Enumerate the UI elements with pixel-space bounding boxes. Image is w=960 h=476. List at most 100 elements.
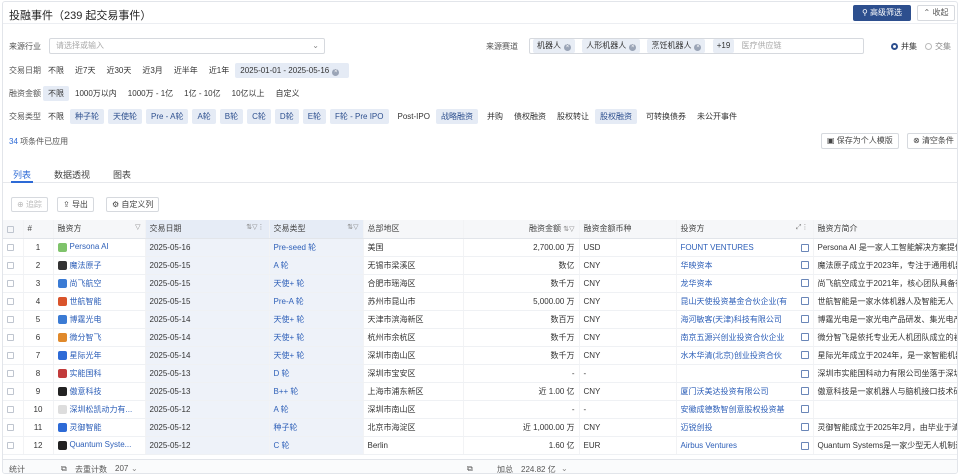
export-button[interactable]: ⇪ 导出 [57, 197, 94, 212]
date-option[interactable]: 近7天 [70, 63, 100, 78]
industry-select[interactable]: 请选择或输入 ⌄ [49, 38, 325, 54]
amount-option[interactable]: 1000万 - 1亿 [123, 86, 178, 101]
type-option[interactable]: 不限 [43, 109, 69, 124]
track-chip[interactable]: 烹饪机器人 × [647, 39, 706, 53]
row-checkbox[interactable] [3, 310, 24, 329]
type-option[interactable]: 股权转让 [552, 109, 594, 124]
type-option[interactable]: 债权融资 [509, 109, 551, 124]
company-cell[interactable]: Persona AI [53, 238, 146, 257]
investor-name[interactable]: 南京五源兴创业投资合伙企业 [681, 333, 785, 342]
investor-name[interactable]: 海河敏客(天津)科技有限公司 [681, 315, 782, 324]
open-detail-icon[interactable] [800, 422, 809, 431]
investor-cell[interactable]: Airbus Ventures [676, 436, 814, 455]
row-checkbox[interactable] [3, 436, 24, 455]
company-name[interactable]: 微分智飞 [70, 333, 102, 342]
open-detail-icon[interactable] [800, 260, 809, 269]
col-currency[interactable]: 融资金额币种 [579, 220, 677, 239]
type-option[interactable]: 可转换债券 [641, 109, 691, 124]
company-name[interactable]: 魔法原子 [70, 261, 102, 270]
open-detail-icon[interactable] [800, 386, 809, 395]
date-option[interactable]: 不限 [43, 63, 69, 78]
investor-name[interactable]: 华映资本 [681, 261, 713, 270]
intersect-radio[interactable] [925, 42, 932, 50]
close-icon[interactable]: × [332, 68, 340, 76]
investor-cell[interactable]: 迈锐创投 [676, 418, 814, 437]
company-name[interactable]: 灵御智能 [70, 423, 102, 432]
type-option[interactable]: E轮 [302, 108, 327, 124]
col-region[interactable]: 总部地区 [363, 220, 464, 239]
table-row[interactable]: 12 Quantum Syste... 2025-05-12 C 轮 Berlin 1.6… [3, 436, 957, 455]
type-option[interactable]: 天使轮 [108, 108, 142, 124]
expand-icon[interactable]: ⤢⋮ [796, 223, 809, 232]
close-icon[interactable]: × [694, 44, 702, 51]
investor-cell[interactable]: 华映资本 [676, 256, 814, 275]
company-cell[interactable]: 灵御智能 [53, 418, 146, 437]
type-option[interactable]: C轮 [247, 108, 271, 124]
type-option[interactable]: 战略融资 [435, 108, 478, 124]
track-chip[interactable]: 机器人 × [533, 39, 575, 53]
copy-icon[interactable]: ⧉ [61, 464, 67, 473]
type-option[interactable]: 种子轮 [70, 108, 104, 124]
date-option[interactable]: 近1年 [204, 63, 234, 78]
company-cell[interactable]: 魔法原子 [53, 256, 146, 275]
company-name[interactable]: 深圳松凯动力有... [70, 405, 133, 414]
row-checkbox[interactable] [3, 382, 24, 401]
amount-option[interactable]: 自定义 [271, 86, 305, 101]
date-option[interactable]: 近半年 [169, 63, 203, 78]
col-investor[interactable]: 投资方 ⤢⋮ [676, 220, 814, 239]
row-checkbox[interactable] [3, 328, 24, 347]
table-row[interactable]: 1 Persona AI 2025-05-16 Pre-seed 轮美国 2,700.0… [3, 238, 957, 257]
track-select[interactable]: 机器人 × 人形机器人 × 烹饪机器人 × +19 医疗供应链 [529, 38, 864, 54]
table-row[interactable]: 11 灵御智能 2025-05-12 种子轮 北京市海淀区近 1,000.00 万 CNY… [3, 418, 957, 437]
close-icon[interactable]: × [629, 44, 637, 51]
company-name[interactable]: 世航智能 [70, 297, 102, 306]
open-detail-icon[interactable] [800, 350, 809, 359]
open-detail-icon[interactable] [800, 369, 809, 378]
type-option[interactable]: A轮 [192, 108, 216, 124]
amount-option[interactable]: 不限 [43, 85, 69, 101]
chevron-down-icon[interactable]: ⌄ [131, 464, 138, 473]
investor-cell[interactable]: FOUNT VENTURES [676, 238, 814, 257]
company-cell[interactable]: 傲意科技 [53, 382, 146, 401]
company-cell[interactable]: 星际光年 [53, 346, 146, 365]
investor-cell[interactable]: 厦门沃美达投资有限公司 [676, 382, 814, 401]
open-detail-icon[interactable] [800, 441, 809, 450]
open-detail-icon[interactable] [800, 243, 809, 252]
col-amount[interactable]: 融资金额 ⇅▽ [463, 220, 580, 239]
company-name[interactable]: 星际光年 [70, 351, 102, 360]
open-detail-icon[interactable] [800, 278, 809, 287]
table-row[interactable]: 6 微分智飞 2025-05-14 天使+ 轮杭州市余杭区 数千万 CNY 南京五源兴创业投… [3, 328, 957, 347]
company-cell[interactable]: Quantum Syste... [53, 436, 146, 455]
investor-cell[interactable]: 水木华清(北京)创业投资合伙 [676, 346, 814, 365]
sort-filter-icon[interactable]: ⇅▽ [563, 226, 574, 233]
investor-name[interactable]: 昆山天使投资基金合伙企业(有 [681, 297, 788, 306]
company-name[interactable]: 傲意科技 [70, 387, 102, 396]
date-option[interactable]: 近30天 [101, 63, 136, 78]
chevron-down-icon[interactable]: ⌄ [561, 464, 568, 473]
col-description[interactable]: 融资方简介 [813, 220, 957, 239]
type-option[interactable]: 股权融资 [594, 108, 637, 124]
col-type[interactable]: 交易类型 ⇅▽ [269, 220, 364, 239]
investor-cell[interactable]: 昆山天使投资基金合伙企业(有 [676, 292, 814, 311]
table-row[interactable]: 7 星际光年 2025-05-14 天使+ 轮深圳市南山区 数千万 CNY 水木华清(北京)… [3, 346, 957, 365]
investor-cell[interactable] [676, 364, 814, 383]
company-name[interactable]: Persona AI [70, 242, 109, 251]
company-cell[interactable]: 世航智能 [53, 292, 146, 311]
amount-option[interactable]: 10亿以上 [227, 86, 270, 101]
row-checkbox[interactable] [3, 274, 24, 293]
company-name[interactable]: 尚飞航空 [70, 279, 102, 288]
tab-pivot[interactable]: 数据透视 [54, 168, 90, 181]
type-option[interactable]: F轮 - Pre IPO [330, 108, 389, 124]
row-checkbox[interactable] [3, 418, 24, 437]
date-range-chip[interactable]: 2025-01-01 - 2025-05-16 × [235, 62, 350, 78]
row-checkbox[interactable] [3, 400, 24, 419]
table-row[interactable]: 4 世航智能 2025-05-15 Pre-A 轮苏州市昆山市 5,000.00 万 CN… [3, 292, 957, 311]
company-cell[interactable]: 实能国科 [53, 364, 146, 383]
company-name[interactable]: Quantum Syste... [70, 440, 132, 449]
investor-name[interactable]: FOUNT VENTURES [681, 243, 754, 252]
custom-columns-button[interactable]: ⚙ 自定义列 [106, 197, 160, 212]
save-template-button[interactable]: ▣ 保存为个人模版 [821, 133, 899, 149]
open-detail-icon[interactable] [800, 404, 809, 413]
col-date[interactable]: 交易日期 ⇅▽⋮ [145, 220, 270, 239]
investor-name[interactable]: 迈锐创投 [681, 423, 713, 432]
